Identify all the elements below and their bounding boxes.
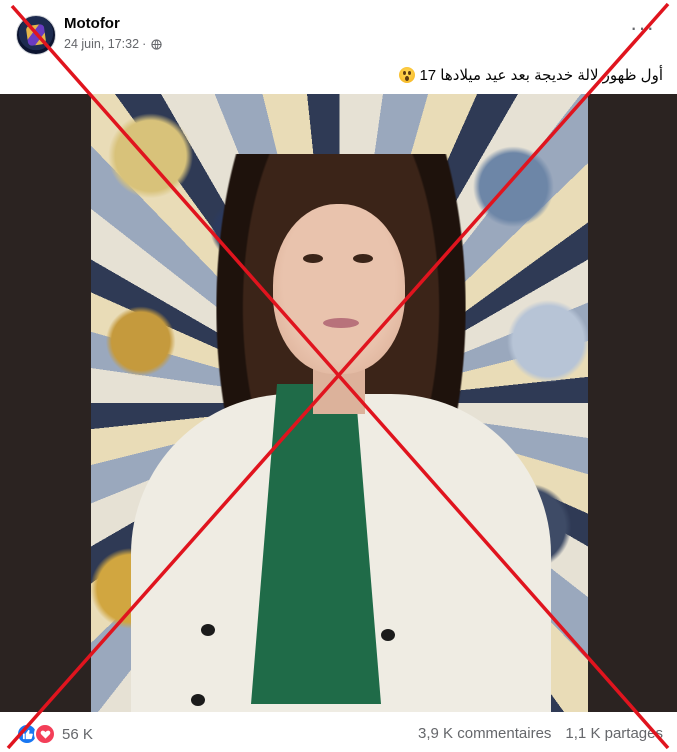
post-caption: أول ظهور لالة خديجة بعد عيد ميلادها 17 <box>399 62 663 88</box>
caption-text: أول ظهور لالة خديجة بعد عيد ميلادها 17 <box>419 67 663 84</box>
post-media[interactable] <box>0 94 677 712</box>
more-options-button[interactable]: ··· <box>630 17 655 39</box>
post-header: Motofor 24 juin, 17:32 · ··· <box>0 0 677 62</box>
love-icon <box>34 723 56 745</box>
globe-icon <box>151 38 162 50</box>
author-name[interactable]: Motofor <box>64 15 120 32</box>
reaction-count: 56 K <box>62 725 93 743</box>
post-meta: 24 juin, 17:32 · <box>64 37 162 51</box>
engagement-stats: 3,9 K commentaires 1,1 K partages <box>418 725 663 742</box>
meta-separator: · <box>142 37 147 51</box>
author-avatar[interactable] <box>16 15 56 55</box>
shares-count[interactable]: 1,1 K partages <box>565 725 663 742</box>
astonished-face-emoji-icon <box>399 67 416 83</box>
reactions-summary[interactable]: 56 K <box>16 723 93 745</box>
post-footer: 56 K 3,9 K commentaires 1,1 K partages <box>0 712 677 752</box>
post-timestamp[interactable]: 24 juin, 17:32 <box>64 37 139 51</box>
post-photo[interactable] <box>91 94 588 712</box>
comments-count[interactable]: 3,9 K commentaires <box>418 725 551 742</box>
